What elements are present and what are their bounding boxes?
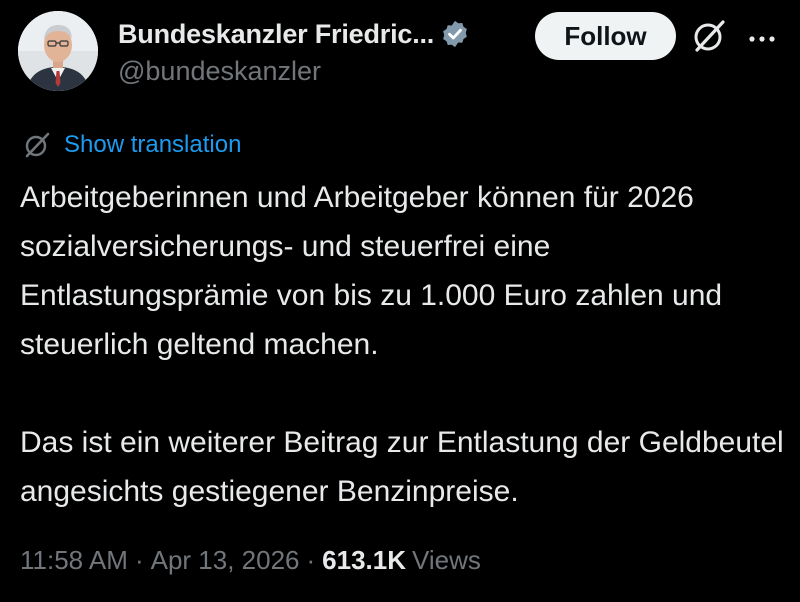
post-paragraph: Das ist ein weiterer Beitrag zur Entlast… (20, 426, 784, 508)
tweet-card: Bundeskanzler Friedric... @bundeskanzler… (0, 0, 800, 602)
post-meta: 11:58 AM · Apr 13, 2026 · 613.1K Views (20, 540, 481, 580)
post-body: Arbeitgeberinnen und Arbeitgeber können … (20, 173, 790, 516)
author-avatar[interactable] (18, 11, 98, 91)
post-paragraph: Arbeitgeberinnen und Arbeitgeber können … (20, 181, 723, 361)
meta-separator: · (134, 544, 144, 575)
show-translation-link[interactable]: Show translation (64, 131, 241, 159)
grok-icon[interactable] (690, 17, 728, 55)
post-date[interactable]: Apr 13, 2026 (151, 545, 300, 576)
translation-row: Show translation (22, 129, 241, 161)
follow-button[interactable]: Follow (535, 12, 676, 60)
author-handle[interactable]: @bundeskanzler (118, 56, 321, 87)
grok-translate-icon (22, 130, 52, 160)
verified-badge-icon[interactable] (440, 19, 470, 49)
portrait-avatar-image (18, 11, 98, 91)
post-time[interactable]: 11:58 AM (20, 545, 128, 576)
more-options-icon[interactable] (747, 31, 777, 42)
author-display-name[interactable]: Bundeskanzler Friedric... (118, 19, 434, 50)
views-label: Views (412, 544, 481, 575)
meta-separator: · (306, 544, 316, 575)
views-count: 613.1K (322, 544, 407, 575)
author-name-row: Bundeskanzler Friedric... (118, 14, 470, 54)
